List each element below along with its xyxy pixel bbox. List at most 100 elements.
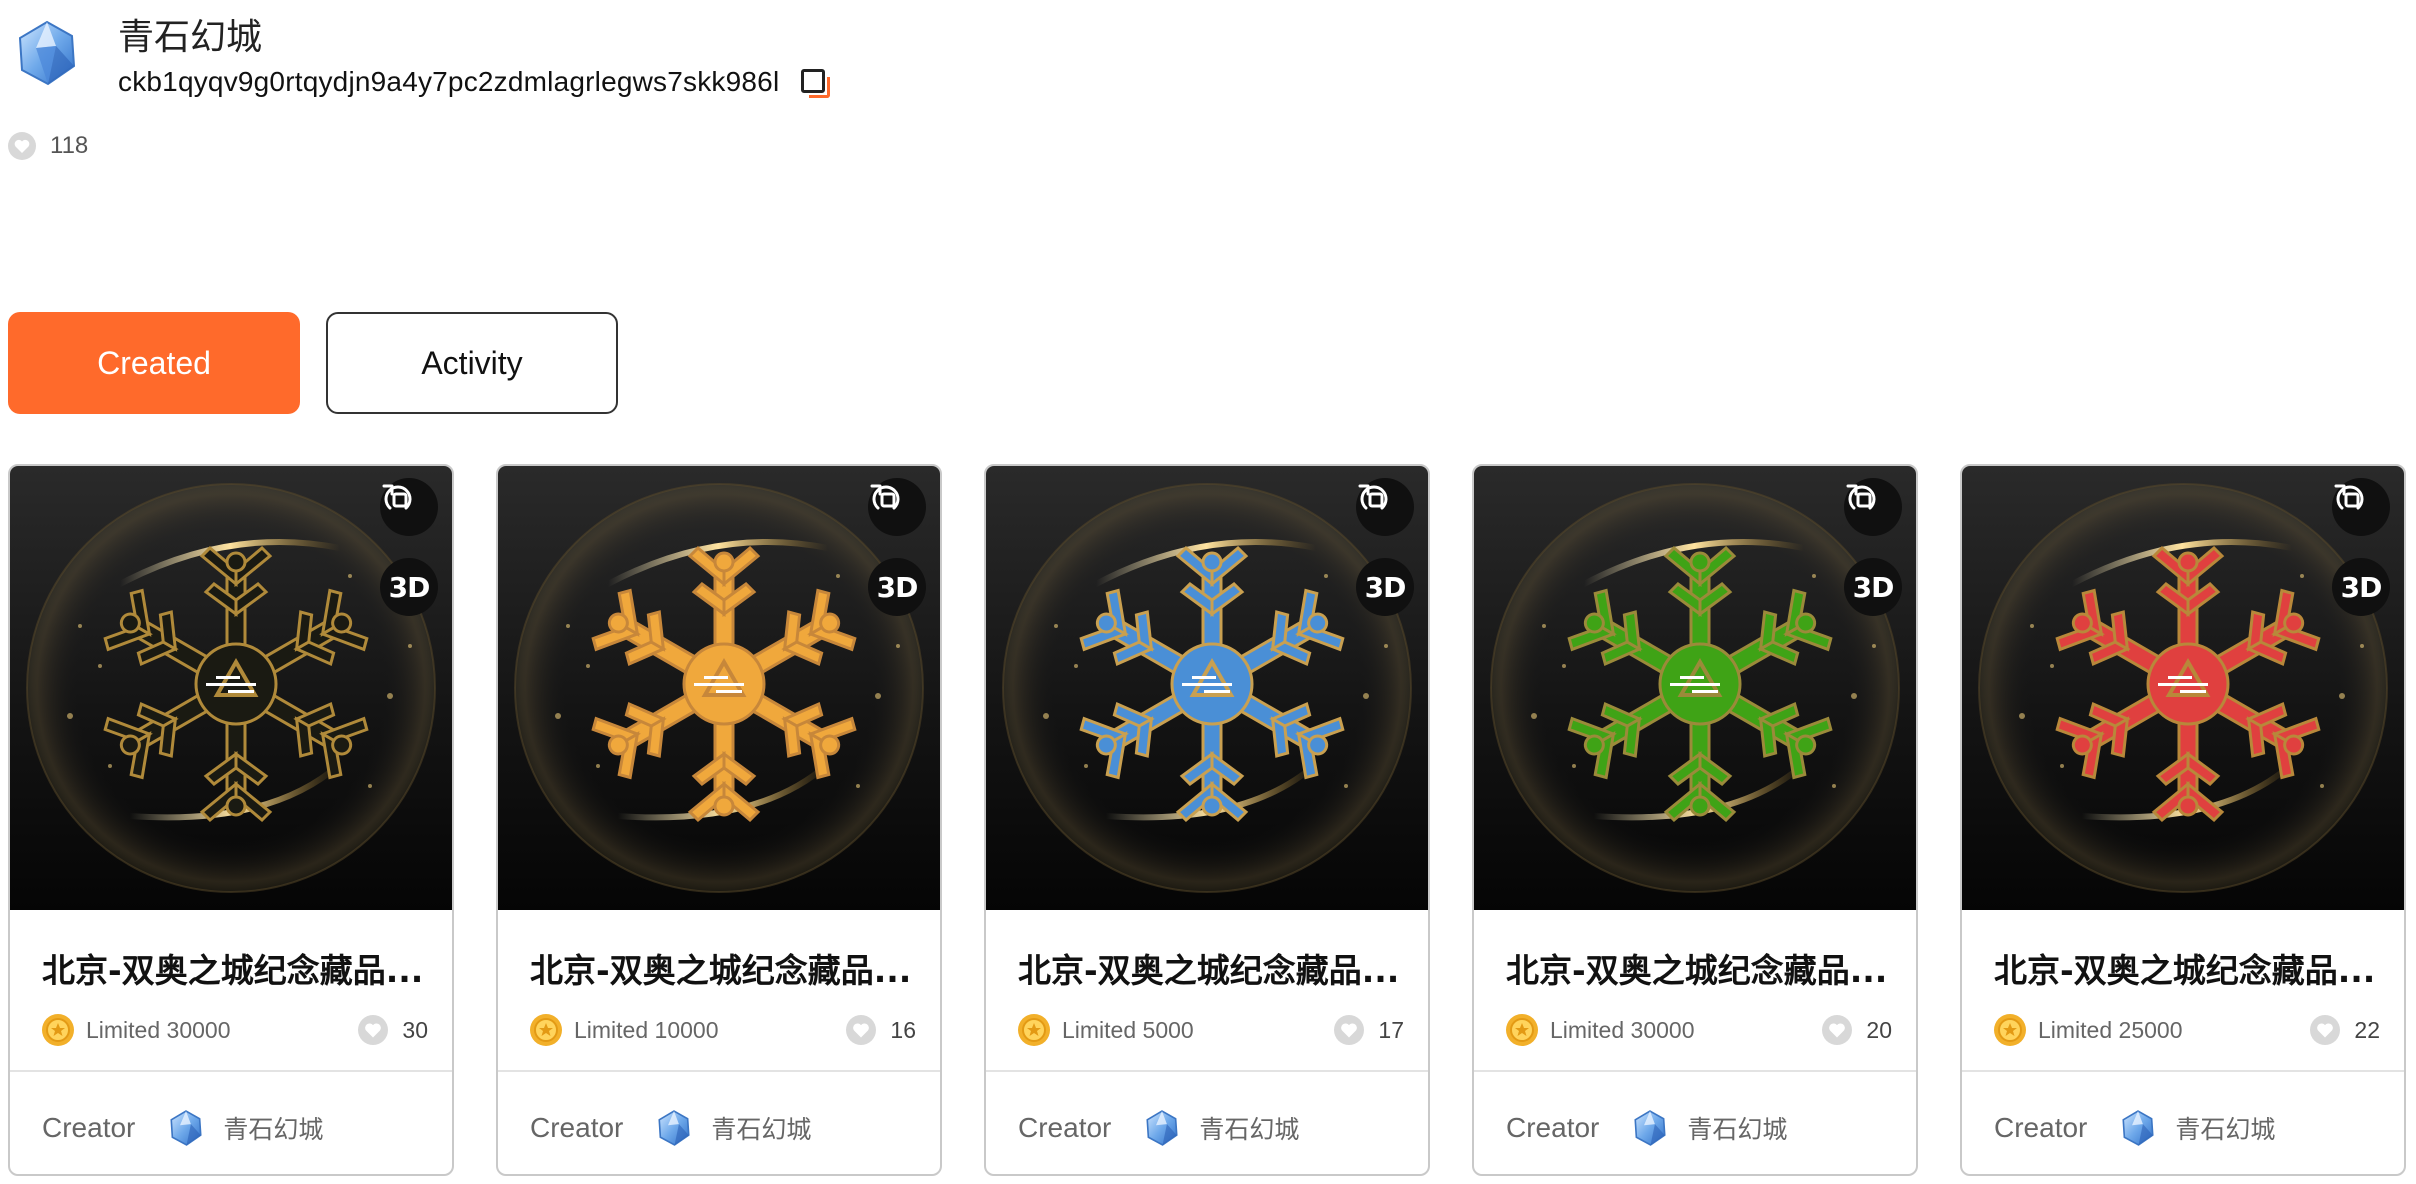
creator-avatar-gem-icon[interactable] (1633, 1110, 1667, 1146)
rotate-icon (382, 484, 412, 510)
nft-card[interactable]: 3D 北京-双奥之城纪念藏品... Limited 5000 17 Creato… (984, 464, 1430, 1176)
creator-name[interactable]: 青石幻城 (223, 1110, 323, 1146)
card-divider (1962, 1070, 2404, 1072)
creator-name[interactable]: 青石幻城 (711, 1110, 811, 1146)
nft-like-button[interactable]: 17 (1334, 1015, 1404, 1045)
nft-image[interactable]: 3D (1474, 466, 1916, 910)
nft-like-button[interactable]: 22 (2310, 1015, 2380, 1045)
copy-icon[interactable] (799, 67, 831, 98)
heart-icon (1822, 1015, 1853, 1045)
creator-row[interactable]: Creator 青石幻城 (1506, 1106, 1787, 1150)
nft-title[interactable]: 北京-双奥之城纪念藏品... (1018, 944, 1408, 992)
3d-view-button[interactable]: 3D (380, 558, 438, 616)
rotate-view-button[interactable] (1844, 478, 1902, 536)
creator-avatar-gem-icon[interactable] (657, 1110, 691, 1146)
rotate-view-button[interactable] (2332, 478, 2390, 536)
nft-like-button[interactable]: 30 (358, 1015, 428, 1045)
rotate-view-button[interactable] (380, 478, 438, 536)
tab-created[interactable]: Created (8, 312, 300, 414)
creator-label: Creator (1506, 1112, 1600, 1143)
nft-meta: Limited 5000 17 (1018, 1012, 1404, 1048)
coin-icon (42, 1014, 74, 1046)
nft-like-count: 22 (2354, 1016, 2380, 1043)
nft-like-count: 30 (402, 1016, 428, 1043)
3d-view-button[interactable]: 3D (868, 558, 926, 616)
creator-label: Creator (1994, 1112, 2088, 1143)
nft-like-button[interactable]: 16 (846, 1015, 916, 1045)
nft-meta: Limited 30000 20 (1506, 1012, 1892, 1048)
nft-like-count: 20 (1866, 1016, 1892, 1043)
coin-icon (530, 1014, 562, 1046)
snowflake-artwork (1490, 483, 1900, 893)
nft-image[interactable]: 3D (10, 466, 452, 910)
card-divider (10, 1070, 452, 1072)
creator-name[interactable]: 青石幻城 (1199, 1110, 1299, 1146)
nft-title[interactable]: 北京-双奥之城纪念藏品... (1506, 944, 1896, 992)
address-row: ckb1qyqv9g0rtqydjn9a4y7pc2zdmlagrlegws7s… (118, 64, 831, 100)
heart-icon (8, 132, 36, 160)
creator-row[interactable]: Creator 青石幻城 (1994, 1106, 2275, 1150)
nft-title[interactable]: 北京-双奥之城纪念藏品... (530, 944, 920, 992)
nft-meta: Limited 10000 16 (530, 1012, 916, 1048)
profile-likes-count: 118 (50, 132, 89, 159)
3d-view-button[interactable]: 3D (1356, 558, 1414, 616)
rotate-icon (2334, 484, 2364, 510)
3d-view-button[interactable]: 3D (1844, 558, 1902, 616)
nft-image[interactable]: 3D (498, 466, 940, 910)
nft-card[interactable]: 3D 北京-双奥之城纪念藏品... Limited 30000 30 Creat… (8, 464, 454, 1176)
limited-count: Limited 10000 (574, 1016, 719, 1043)
card-divider (986, 1070, 1428, 1072)
rotate-icon (870, 484, 900, 510)
coin-icon (1994, 1014, 2026, 1046)
creator-label: Creator (530, 1112, 624, 1143)
nft-title[interactable]: 北京-双奥之城纪念藏品... (1994, 944, 2384, 992)
heart-icon (358, 1015, 389, 1045)
creator-avatar-gem-icon[interactable] (2121, 1110, 2155, 1146)
creator-row[interactable]: Creator 青石幻城 (42, 1106, 323, 1150)
nft-image[interactable]: 3D (986, 466, 1428, 910)
nft-like-button[interactable]: 20 (1822, 1015, 1892, 1045)
nft-card[interactable]: 3D 北京-双奥之城纪念藏品... Limited 30000 20 Creat… (1472, 464, 1918, 1176)
creator-name[interactable]: 青石幻城 (1687, 1110, 1787, 1146)
creator-row[interactable]: Creator 青石幻城 (530, 1106, 811, 1150)
nft-like-count: 17 (1378, 1016, 1404, 1043)
limited-count: Limited 5000 (1062, 1016, 1194, 1043)
creator-label: Creator (42, 1112, 136, 1143)
rotate-view-button[interactable] (868, 478, 926, 536)
rotate-view-button[interactable] (1356, 478, 1414, 536)
nft-meta: Limited 25000 22 (1994, 1012, 2380, 1048)
card-divider (498, 1070, 940, 1072)
card-divider (1474, 1070, 1916, 1072)
snowflake-artwork (1978, 483, 2388, 893)
nft-card[interactable]: 3D 北京-双奥之城纪念藏品... Limited 10000 16 Creat… (496, 464, 942, 1176)
snowflake-artwork (26, 483, 436, 893)
heart-icon (2310, 1015, 2341, 1045)
coin-icon (1018, 1014, 1050, 1046)
limited-count: Limited 30000 (1550, 1016, 1695, 1043)
nft-card[interactable]: 3D 北京-双奥之城纪念藏品... Limited 25000 22 Creat… (1960, 464, 2406, 1176)
rotate-icon (1846, 484, 1876, 510)
nft-image[interactable]: 3D (1962, 466, 2404, 910)
coin-icon (1506, 1014, 1538, 1046)
heart-icon (1334, 1015, 1365, 1045)
limited-count: Limited 25000 (2038, 1016, 2183, 1043)
profile-likes[interactable]: 118 (8, 128, 88, 164)
nft-title[interactable]: 北京-双奥之城纪念藏品... (42, 944, 432, 992)
creator-name[interactable]: 青石幻城 (2175, 1110, 2275, 1146)
profile-avatar-gem-icon (18, 20, 76, 86)
snowflake-artwork (514, 483, 924, 893)
heart-icon (846, 1015, 877, 1045)
tab-activity[interactable]: Activity (326, 312, 618, 414)
nft-like-count: 16 (890, 1016, 916, 1043)
creator-row[interactable]: Creator 青石幻城 (1018, 1106, 1299, 1150)
3d-view-button[interactable]: 3D (2332, 558, 2390, 616)
creator-avatar-gem-icon[interactable] (1145, 1110, 1179, 1146)
creator-label: Creator (1018, 1112, 1112, 1143)
rotate-icon (1358, 484, 1388, 510)
nft-meta: Limited 30000 30 (42, 1012, 428, 1048)
profile-name: 青石幻城 (118, 17, 263, 58)
limited-count: Limited 30000 (86, 1016, 231, 1043)
snowflake-artwork (1002, 483, 1412, 893)
wallet-address: ckb1qyqv9g0rtqydjn9a4y7pc2zdmlagrlegws7s… (118, 66, 780, 97)
creator-avatar-gem-icon[interactable] (169, 1110, 203, 1146)
